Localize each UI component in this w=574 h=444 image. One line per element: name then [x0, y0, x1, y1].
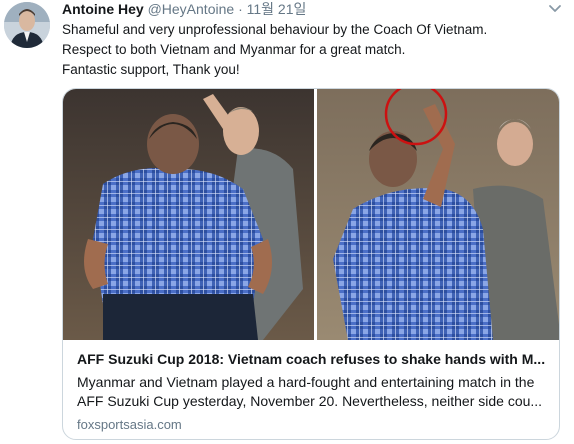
- link-card[interactable]: AFF Suzuki Cup 2018: Vietnam coach refus…: [62, 88, 560, 440]
- avatar[interactable]: [4, 2, 50, 48]
- card-domain[interactable]: foxsportsasia.com: [77, 416, 182, 434]
- tweet-text-line: Respect to both Vietnam and Myanmar for …: [62, 42, 406, 57]
- chevron-down-icon[interactable]: [548, 4, 562, 14]
- card-image: [63, 89, 559, 340]
- avatar-image: [4, 2, 50, 48]
- card-description-line: AFF Suzuki Cup yesterday, November 20. N…: [77, 393, 543, 409]
- user-handle[interactable]: @HeyAntoine: [148, 1, 235, 17]
- card-description-line: Myanmar and Vietnam played a hard-fought…: [77, 374, 535, 390]
- card-title[interactable]: AFF Suzuki Cup 2018: Vietnam coach refus…: [77, 350, 549, 368]
- tweet-header: Antoine Hey @HeyAntoine · 11월 21일: [62, 0, 306, 18]
- card-description: Myanmar and Vietnam played a hard-fought…: [77, 373, 549, 411]
- meta-separator: ·: [238, 1, 243, 17]
- tweet-text: Shameful and very unprofessional behavio…: [62, 20, 562, 80]
- tweet-text-line: Shameful and very unprofessional behavio…: [62, 22, 488, 37]
- display-name[interactable]: Antoine Hey: [62, 1, 144, 17]
- card-body: AFF Suzuki Cup 2018: Vietnam coach refus…: [63, 340, 559, 439]
- tweet-text-line: Fantastic support, Thank you!: [62, 62, 240, 77]
- tweet-timestamp[interactable]: 11월 21일: [247, 1, 307, 17]
